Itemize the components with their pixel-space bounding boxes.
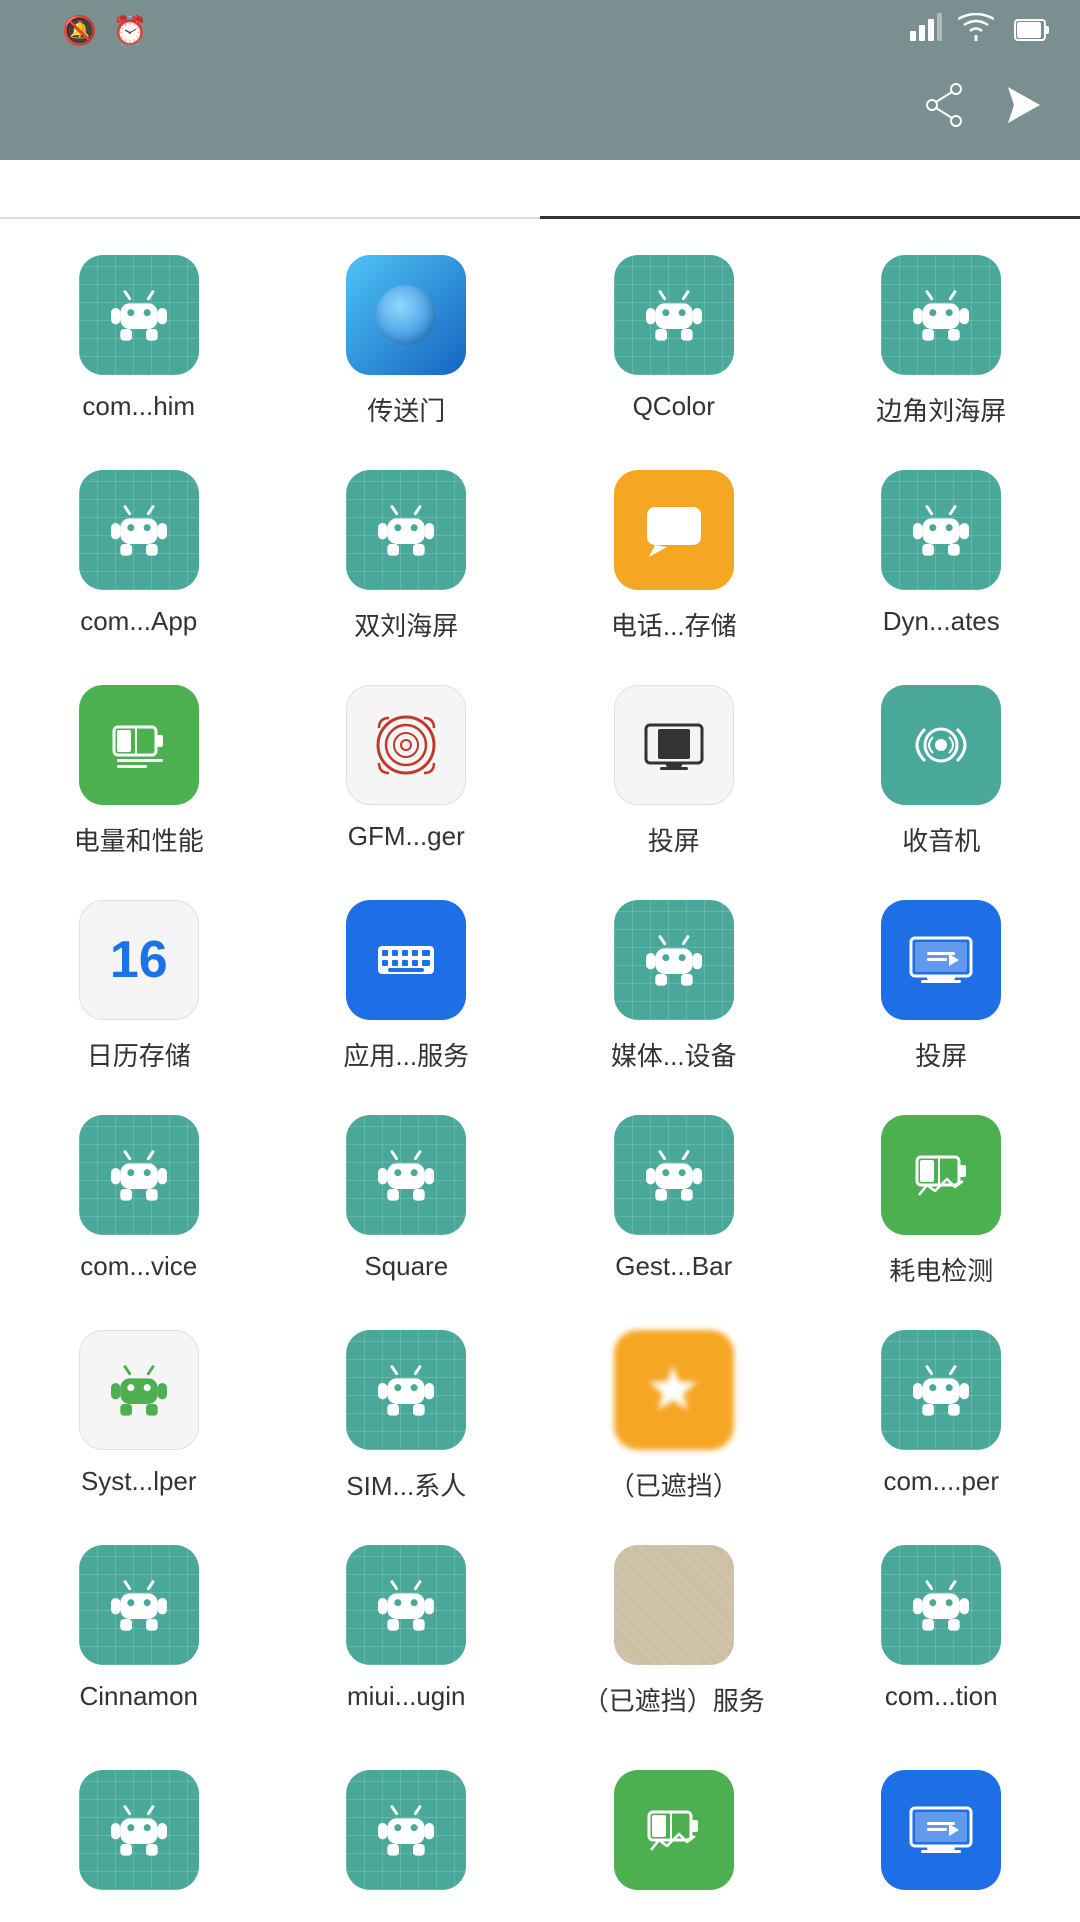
mute-icon: 🔕 xyxy=(62,14,97,47)
app-label: com...him xyxy=(82,391,195,422)
app-label: 日历存储 xyxy=(87,1036,191,1073)
app-item[interactable]: （已遮挡） xyxy=(545,1314,803,1519)
app-item[interactable]: com....per xyxy=(813,1314,1071,1519)
app-label: 耗电检测 xyxy=(889,1251,993,1288)
app-label: Syst...lper xyxy=(81,1466,197,1497)
app-item[interactable]: GFM...ger xyxy=(278,669,536,874)
battery-icon xyxy=(1010,19,1050,41)
app-item[interactable]: 传送门 xyxy=(278,239,536,444)
app-label: com...App xyxy=(80,606,197,637)
status-right xyxy=(910,13,1050,48)
app-label: SIM...系人 xyxy=(346,1466,466,1503)
bottom-row xyxy=(0,1754,1080,1922)
app-label: Dyn...ates xyxy=(883,606,1000,637)
alarm-icon: ⏰ xyxy=(113,14,148,47)
app-item[interactable]: （已遮挡）服务 xyxy=(545,1529,803,1734)
app-item[interactable]: Syst...lper xyxy=(10,1314,268,1519)
app-label: 媒体...设备 xyxy=(611,1036,737,1073)
app-item[interactable]: 边角刘海屏 xyxy=(813,239,1071,444)
app-label: （已遮挡） xyxy=(609,1466,739,1503)
tab-system-apps[interactable] xyxy=(540,160,1080,219)
app-item[interactable]: 16 日历存储 xyxy=(10,884,268,1089)
app-item[interactable] xyxy=(10,1754,268,1922)
header-actions xyxy=(924,83,1044,138)
app-item[interactable]: SIM...系人 xyxy=(278,1314,536,1519)
app-item[interactable] xyxy=(545,1754,803,1922)
tab-user-apps[interactable] xyxy=(0,160,540,219)
app-label: 电量和性能 xyxy=(74,821,204,858)
app-label: miui...ugin xyxy=(347,1681,466,1712)
app-item[interactable]: com...vice xyxy=(10,1099,268,1304)
app-header xyxy=(0,60,1080,160)
app-label: Gest...Bar xyxy=(615,1251,732,1282)
app-item[interactable]: miui...ugin xyxy=(278,1529,536,1734)
tab-bar xyxy=(0,160,1080,219)
app-label: com...tion xyxy=(885,1681,998,1712)
app-label: com...vice xyxy=(80,1251,197,1282)
app-label: GFM...ger xyxy=(348,821,465,852)
app-label: QColor xyxy=(633,391,715,422)
share-icon[interactable] xyxy=(924,83,964,138)
app-item[interactable]: 电量和性能 xyxy=(10,669,268,874)
signal-icon xyxy=(910,13,942,48)
app-item[interactable]: 应用...服务 xyxy=(278,884,536,1089)
app-item[interactable]: com...him xyxy=(10,239,268,444)
app-item[interactable]: Dyn...ates xyxy=(813,454,1071,659)
app-item[interactable]: 收音机 xyxy=(813,669,1071,874)
app-item[interactable]: 投屏 xyxy=(545,669,803,874)
wifi-icon xyxy=(958,13,994,48)
app-item[interactable] xyxy=(278,1754,536,1922)
app-grid: com...him 传送门 QColor xyxy=(0,219,1080,1754)
app-label: 投屏 xyxy=(648,821,700,858)
app-item[interactable]: com...App xyxy=(10,454,268,659)
status-left: 🔕 ⏰ xyxy=(30,14,148,47)
app-label: 收音机 xyxy=(902,821,980,858)
app-item[interactable]: 双刘海屏 xyxy=(278,454,536,659)
app-item[interactable]: Gest...Bar xyxy=(545,1099,803,1304)
status-bar: 🔕 ⏰ xyxy=(0,0,1080,60)
app-label: com....per xyxy=(883,1466,999,1497)
app-item[interactable]: Cinnamon xyxy=(10,1529,268,1734)
app-item[interactable]: 耗电检测 xyxy=(813,1099,1071,1304)
app-label: 电话...存储 xyxy=(611,606,737,643)
app-item[interactable]: QColor xyxy=(545,239,803,444)
send-icon[interactable] xyxy=(1004,83,1044,138)
app-label: 应用...服务 xyxy=(343,1036,469,1073)
app-label: 投屏 xyxy=(915,1036,967,1073)
app-item[interactable]: com...tion xyxy=(813,1529,1071,1734)
app-item[interactable]: 媒体...设备 xyxy=(545,884,803,1089)
app-label: 传送门 xyxy=(367,391,445,428)
app-item[interactable]: 投屏 xyxy=(813,884,1071,1089)
app-label: （已遮挡）服务 xyxy=(583,1681,765,1718)
app-item[interactable] xyxy=(813,1754,1071,1922)
app-label: Cinnamon xyxy=(79,1681,198,1712)
app-item[interactable]: Square xyxy=(278,1099,536,1304)
app-item[interactable]: 电话...存储 xyxy=(545,454,803,659)
app-label: Square xyxy=(364,1251,448,1282)
app-label: 双刘海屏 xyxy=(354,606,458,643)
app-label: 边角刘海屏 xyxy=(876,391,1006,428)
